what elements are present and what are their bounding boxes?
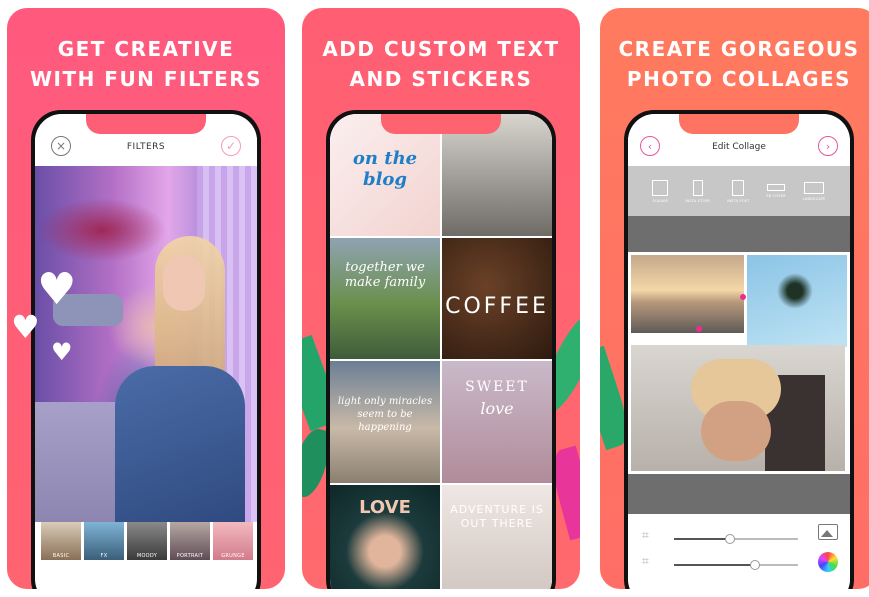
photo-jacket	[115, 366, 245, 522]
layout-option-fb-cover[interactable]: FB COVER	[766, 184, 786, 198]
promo-panel-filters: GET CREATIVE WITH FUN FILTERS × FILTERS …	[7, 8, 285, 589]
love-sticker: LOVE	[359, 496, 411, 518]
together-sticker: together we make family	[344, 259, 426, 290]
collage-cell-palms[interactable]	[747, 255, 847, 347]
promo-panel-collages: CREATE GORGEOUS PHOTO COLLAGES ‹ Edit Co…	[600, 8, 869, 589]
screen-title: Edit Collage	[712, 142, 766, 152]
layout-option-landscape[interactable]: LANDSCAPE	[802, 181, 826, 201]
filter-label: GRUNGE	[221, 553, 245, 559]
collage-preview[interactable]	[628, 252, 850, 474]
panel-headline: GET CREATIVE WITH FUN FILTERS	[7, 34, 285, 94]
photo-face	[163, 256, 205, 311]
layout-label: INSTA STORY	[685, 198, 711, 203]
photo-tile[interactable]: COFFEE	[442, 237, 552, 359]
headline-line-2: AND STICKERS	[349, 67, 533, 91]
layout-label: INSTA POST	[727, 198, 750, 203]
filter-thumb-grunge[interactable]: GRUNGE	[213, 522, 253, 560]
adventure-sticker: ADVENTURE IS OUT THERE	[450, 502, 544, 530]
phone-notch	[679, 114, 799, 134]
screen-title: FILTERS	[126, 142, 166, 152]
headline-line-1: CREATE GORGEOUS	[618, 37, 860, 61]
cover-layout-icon	[767, 184, 786, 191]
corner-icon[interactable]: ⌗	[642, 554, 649, 569]
heart-sticker-icon: ♥	[51, 338, 73, 366]
layout-option-square[interactable]: SQUARE	[652, 179, 669, 203]
headline-line-2: PHOTO COLLAGES	[626, 67, 852, 91]
filter-thumb-portrait[interactable]: PORTRAIT	[170, 522, 210, 560]
photo-tile[interactable]: LOVE	[330, 484, 440, 589]
collage-canvas	[628, 216, 850, 514]
chevron-left-icon[interactable]: ‹	[640, 136, 660, 156]
headline-line-2: WITH FUN FILTERS	[29, 67, 263, 91]
filter-thumb-basic[interactable]: BASIC	[41, 522, 81, 560]
phone-screen: ‹ Edit Collage › SQUARE INSTA STORY INST…	[628, 114, 850, 589]
slider-thumb[interactable]	[724, 534, 735, 544]
resize-handle[interactable]	[696, 326, 702, 332]
slider-fill	[674, 564, 755, 566]
layout-size-bar: SQUARE INSTA STORY INSTA POST FB COVER L…	[628, 166, 850, 216]
collage-controls: ⌗ ⌗	[628, 514, 850, 589]
chevron-right-icon[interactable]: ›	[817, 136, 838, 156]
filter-label: PORTRAIT	[176, 553, 204, 559]
headline-line-1: GET CREATIVE	[57, 37, 235, 61]
photo-face	[701, 401, 771, 461]
phone-mockup: ‹ Edit Collage › SQUARE INSTA STORY INST…	[624, 110, 854, 589]
close-icon[interactable]: ×	[51, 136, 71, 156]
color-wheel-icon[interactable]	[818, 552, 838, 572]
heart-sticker-icon: ♥	[37, 264, 77, 315]
border-width-slider[interactable]	[674, 534, 798, 544]
landscape-layout-icon	[804, 181, 825, 194]
photo-tile[interactable]: SWEET love	[442, 361, 552, 483]
filter-thumb-fx[interactable]: FX	[84, 522, 124, 560]
panel-headline: CREATE GORGEOUS PHOTO COLLAGES	[600, 34, 869, 94]
collage-cell-couple[interactable]	[631, 345, 845, 471]
phone-notch	[86, 114, 206, 134]
filter-strip: BASIC FX MOODY PORTRAIT GRUNGE	[35, 522, 257, 562]
check-icon[interactable]: ✓	[220, 136, 241, 156]
photo-road	[35, 402, 125, 522]
filter-label: FX	[100, 553, 108, 559]
post-layout-icon	[732, 179, 745, 196]
photo-tile[interactable]: light only miracles seem to be happening	[330, 361, 440, 483]
panel-headline: ADD CUSTOM TEXT AND STICKERS	[302, 34, 580, 94]
layout-label: LANDSCAPE	[802, 196, 826, 201]
filter-label: MOODY	[136, 553, 158, 559]
photo-tile[interactable]: ADVENTURE IS OUT THERE	[442, 484, 552, 589]
promo-panel-text-stickers: ADD CUSTOM TEXT AND STICKERS on the blog…	[302, 8, 580, 589]
layout-option-insta-story[interactable]: INSTA STORY	[685, 179, 711, 203]
filter-label: BASIC	[52, 553, 70, 559]
love-script-sticker: love	[480, 399, 514, 418]
photo-tile[interactable]: together we make family	[330, 237, 440, 359]
spacing-icon[interactable]: ⌗	[642, 528, 649, 543]
layout-label: FB COVER	[766, 194, 786, 198]
filter-thumb-moody[interactable]: MOODY	[127, 522, 167, 560]
slider-fill	[674, 538, 730, 540]
collage-cell-beach[interactable]	[631, 255, 744, 333]
layout-label: SQUARE	[652, 198, 669, 203]
story-layout-icon	[692, 179, 703, 196]
coffee-sticker: COFFEE	[445, 293, 549, 319]
sweet-sticker: SWEET	[465, 379, 529, 395]
heart-sticker-icon: ♥	[11, 308, 40, 346]
background-image-icon[interactable]	[818, 524, 838, 540]
phone-notch	[381, 114, 501, 134]
phone-screen: on the blog together we make family COFF…	[330, 114, 552, 589]
headline-line-1: ADD CUSTOM TEXT	[322, 37, 560, 61]
blog-sticker: on the blog	[352, 148, 418, 190]
corner-radius-slider[interactable]	[674, 560, 798, 570]
quote-sticker: light only miracles seem to be happening	[337, 396, 433, 433]
phone-mockup: on the blog together we make family COFF…	[326, 110, 556, 589]
square-layout-icon	[652, 179, 669, 196]
resize-handle[interactable]	[740, 294, 746, 300]
slider-thumb[interactable]	[749, 560, 760, 570]
layout-option-insta-post[interactable]: INSTA POST	[727, 179, 750, 203]
sticker-photo-grid: on the blog together we make family COFF…	[330, 114, 552, 589]
